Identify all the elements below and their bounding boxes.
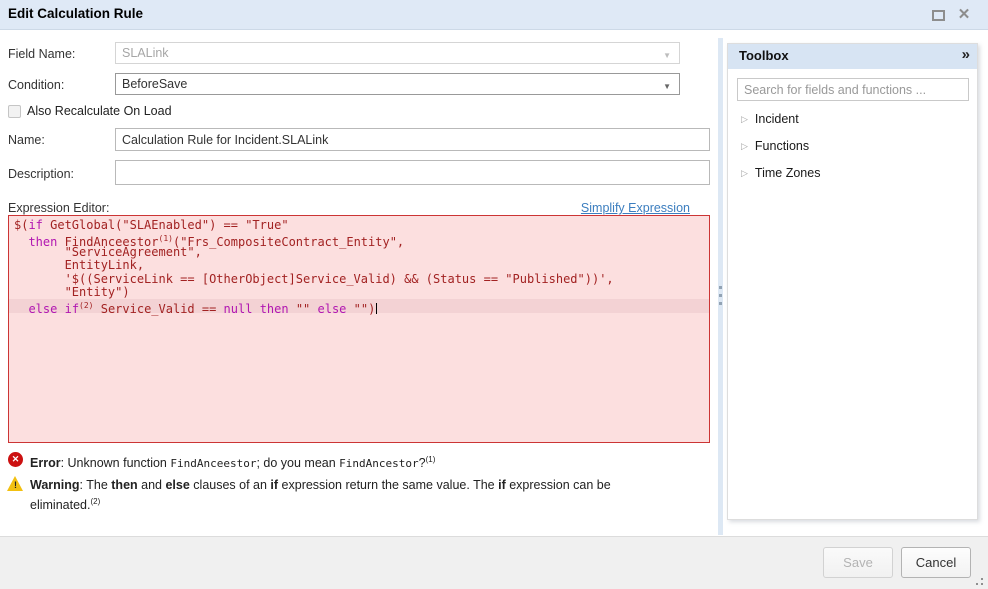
error-message: Error: Unknown function FindAnceestor; d… bbox=[30, 452, 435, 473]
code-line: else if(2) Service_Valid == null then ""… bbox=[9, 299, 709, 312]
tree-item-label: Time Zones bbox=[755, 166, 821, 180]
dialog-title-bar: Edit Calculation Rule ✕ bbox=[0, 0, 988, 30]
condition-label: Condition: bbox=[8, 78, 64, 92]
field-name-dropdown[interactable]: SLALink ▼ bbox=[115, 42, 680, 64]
splitter-grip[interactable] bbox=[719, 286, 722, 310]
field-name-label: Field Name: bbox=[8, 47, 75, 61]
code-line: EntityLink, bbox=[9, 259, 709, 272]
dropdown-arrow-icon: ▼ bbox=[663, 51, 671, 60]
toolbox-tree: ▷ Incident ▷ Functions ▷ Time Zones bbox=[728, 107, 977, 188]
error-icon: ✕ bbox=[8, 452, 23, 467]
description-label: Description: bbox=[8, 167, 74, 181]
toolbox-title: Toolbox bbox=[739, 48, 789, 63]
code-line: then FindAnceestor(1)("Frs_CompositeCont… bbox=[9, 232, 709, 245]
code-line: $(if GetGlobal("SLAEnabled") == "True" bbox=[9, 219, 709, 232]
tree-expander-icon[interactable]: ▷ bbox=[741, 168, 748, 178]
simplify-expression-link[interactable]: Simplify Expression bbox=[581, 201, 690, 215]
text-cursor bbox=[376, 303, 377, 314]
footer-bar: Save Cancel bbox=[0, 536, 988, 589]
code-line: '$((ServiceLink == [OtherObject]Service_… bbox=[9, 273, 709, 286]
recalculate-checkbox[interactable] bbox=[8, 105, 21, 118]
name-label: Name: bbox=[8, 133, 45, 147]
close-icon[interactable]: ✕ bbox=[956, 7, 972, 23]
maximize-icon bbox=[932, 10, 945, 21]
dropdown-arrow-icon: ▼ bbox=[663, 82, 671, 91]
save-button[interactable]: Save bbox=[823, 547, 893, 578]
tree-item-time-zones[interactable]: ▷ Time Zones bbox=[728, 161, 977, 188]
toolbox-search-input[interactable] bbox=[737, 78, 969, 101]
warning-message: Warning: The then and else clauses of an… bbox=[30, 477, 611, 513]
expression-editor[interactable]: $(if GetGlobal("SLAEnabled") == "True" t… bbox=[8, 215, 710, 443]
warning-icon: ! bbox=[7, 476, 24, 491]
resize-grip[interactable] bbox=[973, 575, 984, 586]
maximize-button[interactable] bbox=[930, 8, 947, 23]
condition-dropdown[interactable]: BeforeSave ▼ bbox=[115, 73, 680, 95]
tree-item-label: Functions bbox=[755, 139, 809, 153]
recalculate-label: Also Recalculate On Load bbox=[27, 104, 172, 118]
tree-item-incident[interactable]: ▷ Incident bbox=[728, 107, 977, 134]
panel-splitter[interactable] bbox=[718, 38, 723, 535]
cancel-button[interactable]: Cancel bbox=[901, 547, 971, 578]
toolbox-panel: Toolbox » ▷ Incident ▷ Functions ▷ Time Zones bbox=[727, 43, 978, 520]
dialog-title: Edit Calculation Rule bbox=[8, 6, 143, 21]
expression-editor-label: Expression Editor: bbox=[8, 201, 109, 215]
name-input[interactable] bbox=[115, 128, 710, 151]
tree-item-label: Incident bbox=[755, 112, 799, 126]
double-chevron-right-icon[interactable]: » bbox=[962, 46, 968, 63]
tree-expander-icon[interactable]: ▷ bbox=[741, 141, 748, 151]
tree-expander-icon[interactable]: ▷ bbox=[741, 114, 748, 124]
field-name-value: SLALink bbox=[122, 46, 169, 60]
code-line: "Entity") bbox=[9, 286, 709, 299]
description-input[interactable] bbox=[115, 160, 710, 185]
toolbox-header: Toolbox » bbox=[728, 44, 977, 69]
condition-value: BeforeSave bbox=[122, 77, 187, 91]
tree-item-functions[interactable]: ▷ Functions bbox=[728, 134, 977, 161]
